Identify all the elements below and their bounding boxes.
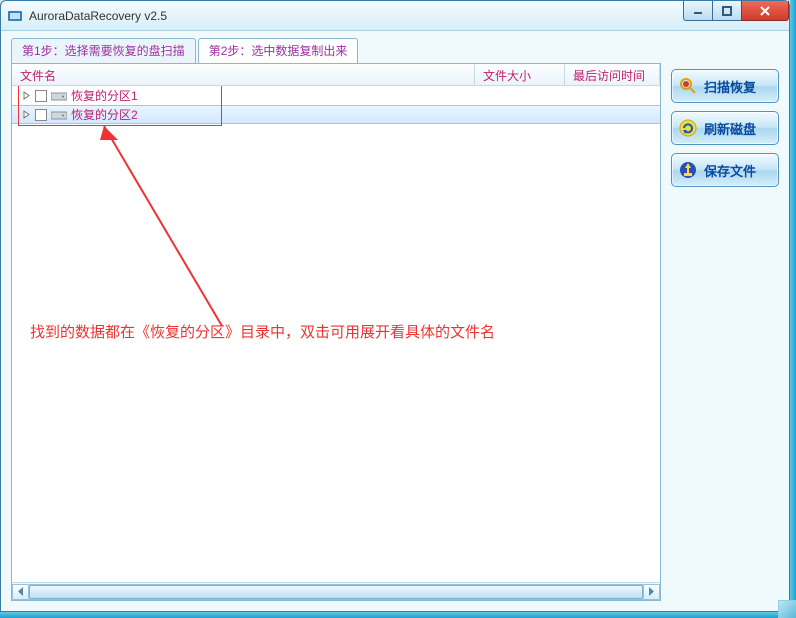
save-icon	[678, 160, 698, 180]
action-sidebar: 扫描恢复 刷新磁盘 保存文件	[671, 63, 779, 601]
app-window: AuroraDataRecovery v2.5 第1步：选择需要恢复的盘扫描 第…	[0, 0, 790, 612]
tree-body[interactable]: 恢复的分区1 恢复的分区2	[12, 86, 660, 582]
save-file-button[interactable]: 保存文件	[671, 153, 779, 187]
row-checkbox[interactable]	[35, 90, 47, 102]
tree-row[interactable]: 恢复的分区1	[12, 86, 660, 105]
app-icon	[7, 8, 23, 24]
minimize-button[interactable]	[683, 1, 713, 21]
window-title: AuroraDataRecovery v2.5	[29, 9, 167, 23]
file-tree-panel: 文件名 文件大小 最后访问时间 恢复的分区1	[11, 63, 661, 601]
outer-edge-corner	[778, 600, 796, 618]
row-label: 恢复的分区1	[71, 87, 138, 104]
drive-icon	[51, 90, 67, 102]
scroll-thumb[interactable]	[29, 585, 643, 599]
scan-recover-button[interactable]: 扫描恢复	[671, 69, 779, 103]
refresh-icon	[678, 118, 698, 138]
tree-header: 文件名 文件大小 最后访问时间	[12, 64, 660, 86]
maximize-button[interactable]	[712, 1, 742, 21]
annotation-text: 找到的数据都在《恢复的分区》目录中，双击可用展开看具体的文件名	[30, 321, 495, 342]
button-label: 扫描恢复	[704, 77, 756, 96]
magnifier-icon	[678, 76, 698, 96]
col-lastaccess[interactable]: 最后访问时间	[565, 64, 660, 85]
row-checkbox[interactable]	[35, 109, 47, 121]
button-label: 刷新磁盘	[704, 119, 756, 138]
tree-row[interactable]: 恢复的分区2	[12, 105, 660, 124]
scroll-track[interactable]	[29, 584, 643, 600]
col-filename[interactable]: 文件名	[12, 64, 475, 85]
main-panel: 文件名 文件大小 最后访问时间 恢复的分区1	[11, 63, 779, 601]
window-controls	[684, 1, 789, 21]
scroll-left-button[interactable]	[12, 584, 29, 600]
drive-icon	[51, 109, 67, 121]
titlebar[interactable]: AuroraDataRecovery v2.5	[1, 1, 789, 31]
expand-icon[interactable]	[22, 110, 31, 119]
tab-step2[interactable]: 第2步：选中数据复制出来	[198, 38, 359, 63]
scroll-right-button[interactable]	[643, 584, 660, 600]
close-button[interactable]	[741, 1, 789, 21]
outer-edge-right	[790, 0, 796, 618]
annotation-arrow-icon	[72, 116, 232, 336]
button-label: 保存文件	[704, 161, 756, 180]
tab-step1[interactable]: 第1步：选择需要恢复的盘扫描	[11, 38, 196, 63]
row-label: 恢复的分区2	[71, 106, 138, 123]
col-filesize[interactable]: 文件大小	[475, 64, 565, 85]
refresh-disk-button[interactable]: 刷新磁盘	[671, 111, 779, 145]
outer-edge-bottom	[0, 612, 796, 618]
expand-icon[interactable]	[22, 91, 31, 100]
tab-strip: 第1步：选择需要恢复的盘扫描 第2步：选中数据复制出来	[11, 39, 779, 63]
client-area: 第1步：选择需要恢复的盘扫描 第2步：选中数据复制出来 文件名 文件大小 最后访…	[11, 39, 779, 601]
horizontal-scrollbar[interactable]	[12, 582, 660, 600]
